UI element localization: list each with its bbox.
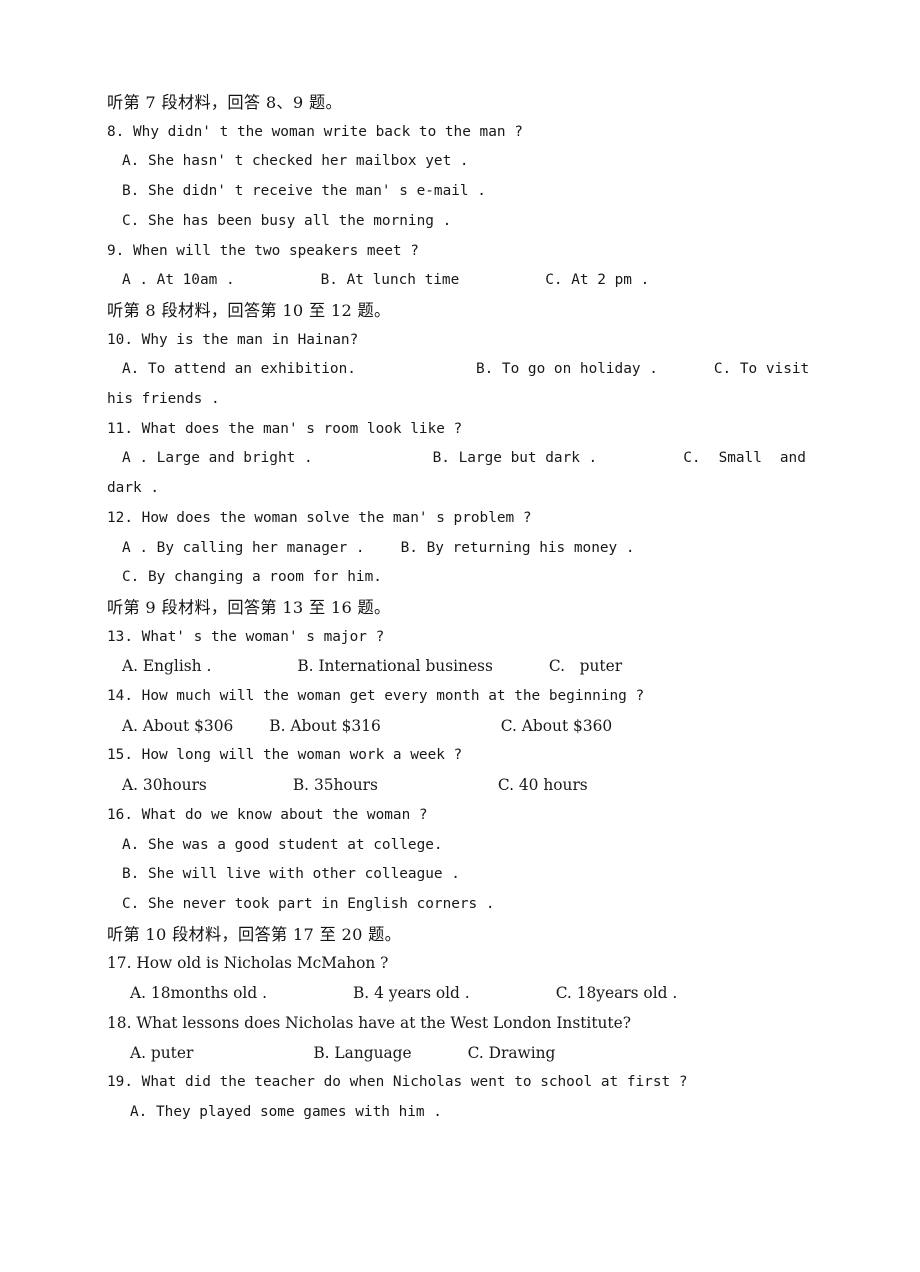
question-9-stem: 9. When will the two speakers meet ?	[107, 242, 419, 259]
question-18-option-b: B. Language	[313, 1043, 412, 1062]
question-8-option-b: B. She didn' t receive the man' s e-mail…	[122, 183, 486, 200]
question-16-option-b: B. She will live with other colleague .	[122, 866, 460, 883]
question-8-stem: 8. Why didn' t the woman write back to t…	[107, 123, 523, 140]
question-10-option-b: B. To go on holiday .	[475, 361, 658, 378]
document-page: 听第 7 段材料，回答 8、9 题。 8. Why didn' t the wo…	[0, 0, 920, 1272]
question-19-option-a: A. They played some games with him .	[130, 1103, 442, 1120]
question-12-option-c: C. By changing a room for him.	[122, 569, 382, 586]
question-14-stem: 14. How much will the woman get every mo…	[107, 688, 645, 705]
question-11-option-a: A . Large and bright .	[122, 450, 313, 467]
question-15-options: A. 30hours B. 35hours C. 40 hours	[122, 771, 833, 801]
question-12-stem: 12. How does the woman solve the man' s …	[107, 509, 532, 526]
question-17-option-b: B. 4 years old .	[352, 984, 470, 1003]
question-18-stem: 18. What lessons does Nicholas have at t…	[107, 1013, 631, 1032]
question-8-option-c: C. She has been busy all the morning .	[122, 212, 452, 229]
question-11-options-line2: dark .	[107, 480, 159, 497]
section-heading-7: 听第 7 段材料，回答 8、9 题。	[107, 93, 342, 112]
question-11-option-b: B. Large but dark .	[432, 450, 598, 467]
question-14-option-b: B. About $316	[269, 716, 381, 735]
question-19-stem: 19. What did the teacher do when Nichola…	[107, 1074, 688, 1091]
question-18-options: A. puter B. Language C. Drawing	[130, 1039, 833, 1069]
question-18-option-c: C. Drawing	[467, 1043, 556, 1062]
section-heading-8: 听第 8 段材料，回答第 10 至 12 题。	[107, 300, 391, 320]
question-9-option-b: B. At lunch time	[320, 272, 460, 289]
question-9-option-a: A . At 10am .	[122, 272, 235, 289]
question-10-stem: 10. Why is the man in Hainan?	[107, 331, 359, 348]
section-heading-9: 听第 9 段材料，回答第 13 至 16 题。	[107, 597, 391, 617]
question-16-option-c: C. She never took part in English corner…	[122, 895, 495, 912]
question-12-option-a: A . By calling her manager .	[122, 539, 365, 556]
question-9-option-c: C. At 2 pm .	[545, 272, 650, 289]
question-15-option-c: C. 40 hours	[497, 776, 588, 795]
question-13-option-b: B. International business	[297, 657, 493, 676]
question-15-option-a: A. 30hours	[122, 776, 207, 795]
question-10-options-line2: his friends .	[107, 391, 220, 408]
question-11-option-c-label: C.	[683, 450, 701, 467]
section-heading-10: 听第 10 段材料，回答第 17 至 20 题。	[107, 924, 402, 944]
question-11-stem: 11. What does the man' s room look like …	[107, 420, 463, 437]
question-11-option-c-word2: and	[779, 450, 806, 467]
question-17-options: A. 18months old . B. 4 years old . C. 18ye…	[130, 979, 833, 1009]
question-16-option-a: A. She was a good student at college.	[122, 836, 443, 853]
question-11-options-line1: A . Large and bright . B. Large but dark …	[122, 444, 833, 474]
question-17-option-a: A. 18months old .	[130, 984, 267, 1003]
question-16-stem: 16. What do we know about the woman ?	[107, 806, 428, 823]
question-14-option-a: A. About $306	[122, 716, 234, 735]
question-8-option-a: A. She hasn' t checked her mailbox yet .	[122, 153, 469, 170]
question-17-stem: 17. How old is Nicholas McMahon ?	[107, 954, 389, 973]
question-17-option-c: C. 18years old .	[555, 984, 678, 1003]
question-14-options: A. About $306 B. About $316 C. About $360	[122, 712, 833, 742]
exam-question-body: 听第 7 段材料，回答 8、9 题。 8. Why didn' t the wo…	[107, 88, 833, 1128]
question-9-options: A . At 10am . B. At lunch time C. At 2 pm …	[122, 266, 833, 296]
question-18-option-a: A. puter	[130, 1043, 194, 1062]
question-10-options-line1: A. To attend an exhibition. B. To go on h…	[122, 355, 833, 385]
question-12-option-b: B. By returning his money .	[400, 539, 635, 556]
question-13-stem: 13. What' s the woman' s major ?	[107, 628, 385, 645]
question-15-option-b: B. 35hours	[292, 776, 378, 795]
question-14-option-c: C. About $360	[500, 716, 613, 735]
question-13-options: A. English . B. International business C. …	[122, 652, 833, 682]
question-11-option-c-word1: Small	[718, 450, 762, 467]
question-15-stem: 15. How long will the woman work a week …	[107, 747, 463, 764]
question-13-option-a: A. English .	[122, 657, 212, 676]
question-13-option-c: C. puter	[548, 657, 623, 676]
question-12-options-line1: A . By calling her manager . B. By return…	[122, 534, 833, 564]
question-10-option-a: A. To attend an exhibition.	[122, 361, 356, 378]
question-10-option-c: C. To visit	[713, 361, 810, 378]
